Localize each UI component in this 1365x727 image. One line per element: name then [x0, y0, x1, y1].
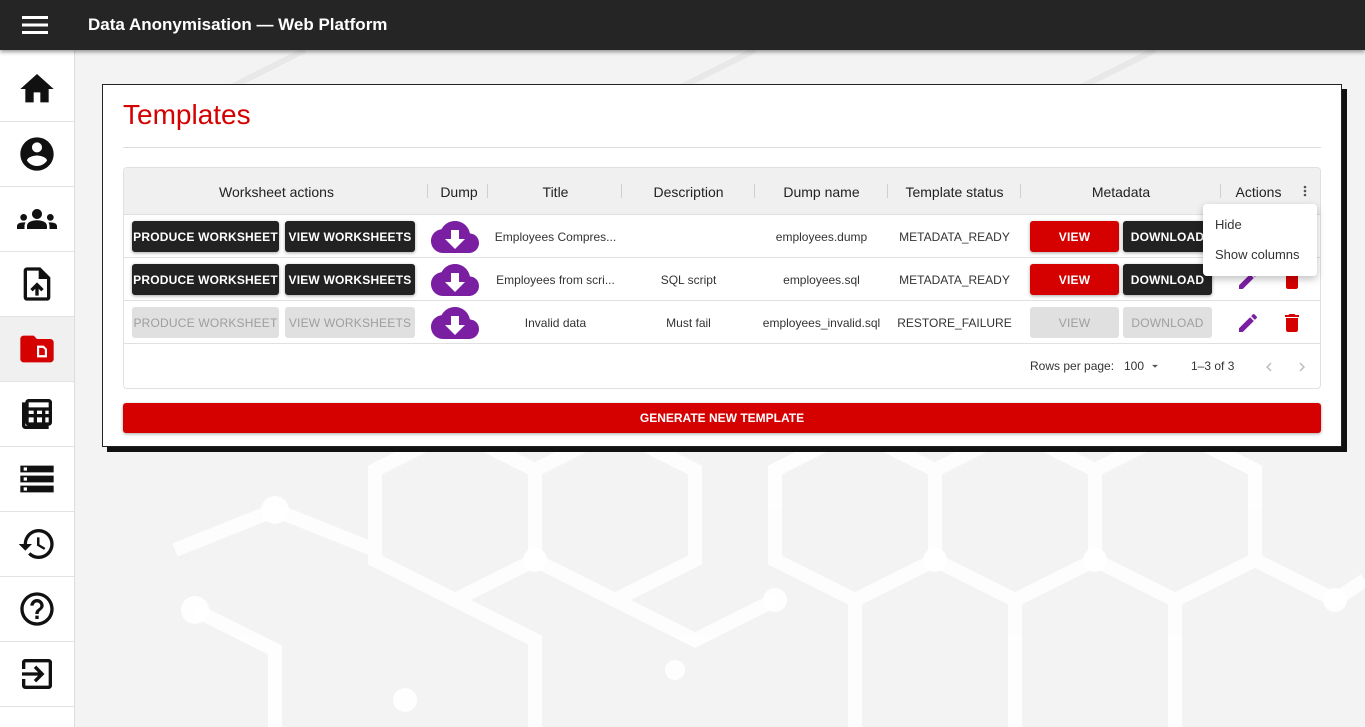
- sidebar-item-account[interactable]: [0, 122, 74, 187]
- help-icon: [20, 592, 54, 626]
- produce-worksheet-button[interactable]: PRODUCE WORKSHEET: [132, 221, 279, 252]
- column-header-dump[interactable]: Dump: [429, 168, 489, 215]
- column-header-title[interactable]: Title: [489, 168, 622, 215]
- pagination-range: 1–3 of 3: [1191, 359, 1235, 373]
- dump-name: employees_invalid.sql: [762, 315, 881, 330]
- rows-per-page-value: 100: [1124, 359, 1145, 373]
- sidebar-item-home[interactable]: [0, 57, 74, 122]
- home-icon: [20, 74, 54, 103]
- users-icon: [17, 209, 57, 229]
- worksheets-icon: [22, 399, 52, 429]
- table-row: PRODUCE WORKSHEET VIEW WORKSHEETS Invali…: [124, 301, 1320, 344]
- sidebar: [0, 50, 75, 727]
- templates-folder-icon: [20, 335, 54, 363]
- storage-icon: [20, 465, 54, 493]
- download-metadata-button[interactable]: DOWNLOAD: [1123, 264, 1212, 295]
- delete-icon[interactable]: [1279, 310, 1305, 336]
- history-icon: [18, 529, 54, 559]
- column-header-worksheet-actions[interactable]: Worksheet actions: [124, 168, 429, 215]
- sidebar-item-worksheets[interactable]: [0, 382, 74, 447]
- view-worksheets-button[interactable]: VIEW WORKSHEETS: [285, 221, 415, 252]
- table-pagination: Rows per page: 100 1–3 of 3: [124, 345, 1320, 388]
- cloud-download-icon[interactable]: [430, 218, 480, 255]
- column-header-metadata[interactable]: Metadata: [1021, 168, 1221, 215]
- dump-name: employees.sql: [783, 272, 860, 287]
- templates-card: Templates Worksheet actions Dump Title D…: [102, 84, 1342, 447]
- sidebar-item-templates[interactable]: [0, 317, 74, 382]
- column-menu: Hide Show columns: [1203, 204, 1317, 276]
- view-worksheets-button[interactable]: VIEW WORKSHEETS: [285, 264, 415, 295]
- dump-name: employees.dump: [775, 229, 868, 244]
- next-page-icon[interactable]: [1291, 356, 1313, 378]
- menu-item-hide[interactable]: Hide: [1215, 217, 1242, 232]
- rows-per-page-label: Rows per page:: [1030, 359, 1115, 373]
- template-title: Invalid data: [524, 315, 587, 330]
- previous-page-icon[interactable]: [1258, 356, 1280, 378]
- cloud-download-icon[interactable]: [430, 304, 480, 341]
- template-status: METADATA_READY: [899, 229, 1010, 244]
- table-row: PRODUCE WORKSHEET VIEW WORKSHEETS Employ…: [124, 258, 1320, 301]
- app-title: Data Anonymisation — Web Platform: [88, 15, 388, 34]
- table-row: PRODUCE WORKSHEET VIEW WORKSHEETS Employ…: [124, 215, 1320, 258]
- template-title: Employees Compres...: [494, 229, 617, 244]
- view-metadata-button: VIEW: [1030, 307, 1119, 338]
- column-separator[interactable]: [487, 184, 488, 198]
- generate-new-template-button[interactable]: GENERATE NEW TEMPLATE: [123, 403, 1321, 433]
- template-description: [622, 215, 755, 258]
- template-status: RESTORE_FAILURE: [897, 315, 1012, 330]
- menu-item-show-columns[interactable]: Show columns: [1215, 247, 1300, 262]
- title-divider: [123, 147, 1321, 148]
- produce-worksheet-button[interactable]: PRODUCE WORKSHEET: [132, 264, 279, 295]
- column-header-template-status[interactable]: Template status: [888, 168, 1021, 215]
- rows-per-page-select[interactable]: 100: [1124, 359, 1162, 373]
- chevron-down-icon: [1152, 364, 1158, 368]
- menu-icon[interactable]: [0, 0, 70, 50]
- sidebar-item-upload[interactable]: [0, 252, 74, 317]
- edit-icon[interactable]: [1235, 310, 1261, 336]
- template-title: Employees from scri...: [496, 272, 615, 287]
- sidebar-item-storage[interactable]: [0, 447, 74, 512]
- account-icon: [20, 137, 54, 171]
- column-header-description[interactable]: Description: [622, 168, 755, 215]
- cloud-download-icon[interactable]: [430, 261, 480, 298]
- download-metadata-button: DOWNLOAD: [1123, 307, 1212, 338]
- view-metadata-button[interactable]: VIEW: [1030, 221, 1119, 252]
- sidebar-item-history[interactable]: [0, 512, 74, 577]
- column-separator[interactable]: [427, 184, 428, 198]
- column-menu-icon[interactable]: [1294, 180, 1316, 202]
- view-worksheets-button: VIEW WORKSHEETS: [285, 307, 415, 338]
- table-header: Worksheet actions Dump Title Description…: [124, 168, 1320, 215]
- page-title: Templates: [123, 99, 251, 130]
- logout-icon: [22, 659, 52, 689]
- download-metadata-button[interactable]: DOWNLOAD: [1123, 221, 1212, 252]
- sidebar-item-users[interactable]: [0, 187, 74, 252]
- sidebar-item-help[interactable]: [0, 577, 74, 642]
- upload-file-icon: [23, 267, 51, 301]
- template-description: SQL script: [660, 272, 717, 287]
- template-description: Must fail: [666, 315, 711, 330]
- view-metadata-button[interactable]: VIEW: [1030, 264, 1119, 295]
- app-bar: Data Anonymisation — Web Platform: [0, 0, 1365, 50]
- column-header-dump-name[interactable]: Dump name: [755, 168, 888, 215]
- produce-worksheet-button: PRODUCE WORKSHEET: [132, 307, 279, 338]
- sidebar-item-logout[interactable]: [0, 642, 74, 707]
- templates-table: Worksheet actions Dump Title Description…: [123, 167, 1321, 389]
- template-status: METADATA_READY: [899, 272, 1010, 287]
